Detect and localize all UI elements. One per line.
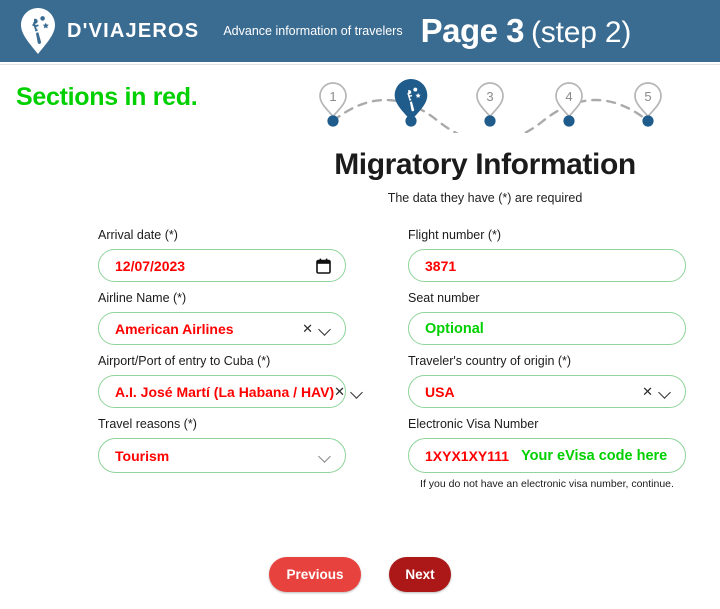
close-icon[interactable]: ✕ [302,322,313,335]
field-flight-number: Flight number (*) 3871 [360,228,720,282]
stepper-step-3: 3 [476,82,504,127]
chevron-down-icon[interactable] [320,452,331,459]
evisa-number-annotation: Your eVisa code here [521,447,668,464]
arrival-date-value: 12/07/2023 [115,257,186,274]
evisa-number-label: Electronic Visa Number [408,417,539,431]
country-origin-label: Traveler's country of origin (*) [408,354,572,368]
travel-reasons-select[interactable]: Tourism [98,438,346,473]
progress-stepper: 1 3 4 5 [308,69,698,144]
country-origin-select[interactable]: USA ✕ [408,375,686,408]
form-row-1: Arrival date (*) 12/07/2023 Flight numbe… [0,228,720,282]
brand-name: D'VIAJEROS [67,19,200,42]
top-zone: Sections in red. 1 3 4 5 [0,65,720,144]
field-airport-entry: Airport/Port of entry to Cuba (*) A.I. J… [0,354,360,408]
sections-in-red-note: Sections in red. [16,83,198,111]
field-airline-name: Airline Name (*) American Airlines ✕ [0,291,360,345]
field-arrival-date: Arrival date (*) 12/07/2023 [0,228,360,282]
airport-entry-value: A.I. José Martí (La Habana / HAV) [115,383,335,400]
svg-text:5: 5 [644,89,651,104]
page-title: Migratory Information [334,148,636,181]
app-header: D'VIAJEROS Advance information of travel… [0,0,720,62]
svg-text:1: 1 [329,89,336,104]
form-actions: Previous Next [0,557,720,592]
arrival-date-input[interactable]: 12/07/2023 [98,249,346,282]
form-row-4: Travel reasons (*) Tourism Electronic Vi… [0,417,720,490]
svg-text:3: 3 [486,89,493,104]
next-button[interactable]: Next [389,557,451,592]
chevron-down-icon[interactable] [660,388,671,395]
seat-number-label: Seat number [408,291,480,305]
viajeros-pin-logo-icon [18,7,58,55]
header-step-number: (step 2) [531,16,632,49]
svg-text:4: 4 [565,89,572,104]
evisa-helper-text: If you do not have an electronic visa nu… [420,478,674,490]
airline-name-select[interactable]: American Airlines ✕ [98,312,346,345]
flight-number-value: 3871 [425,257,457,274]
country-origin-value: USA [425,383,455,400]
airline-name-value: American Airlines [115,320,234,337]
page-subtitle: The data they have (*) are required [387,191,583,205]
stepper-step-1: 1 [319,82,347,127]
arrival-date-label: Arrival date (*) [98,228,178,242]
airport-entry-select[interactable]: A.I. José Martí (La Habana / HAV) ✕ [98,375,346,408]
previous-button[interactable]: Previous [269,557,361,592]
calendar-icon[interactable] [316,258,331,274]
header-page-indicator: Page 3 (step 2) [421,12,632,50]
form-row-3: Airport/Port of entry to Cuba (*) A.I. J… [0,354,720,408]
stepper-step-4: 4 [555,82,583,127]
header-page-number: Page 3 [420,12,525,49]
travel-reasons-value: Tourism [115,447,170,464]
chevron-down-icon[interactable] [352,388,363,395]
evisa-number-value: 1XYX1XY111 [425,447,510,464]
airline-name-label: Airline Name (*) [98,291,187,305]
field-country-origin: Traveler's country of origin (*) USA ✕ [360,354,720,408]
flight-number-input[interactable]: 3871 [408,249,686,282]
migratory-information-form: Arrival date (*) 12/07/2023 Flight numbe… [0,228,720,499]
flight-number-label: Flight number (*) [408,228,502,242]
stepper-step-5: 5 [634,82,662,127]
form-row-2: Airline Name (*) American Airlines ✕ Sea… [0,291,720,345]
evisa-number-input[interactable]: 1XYX1XY111 Your eVisa code here [408,438,686,473]
seat-number-input[interactable]: Optional [408,312,686,345]
header-subtitle: Advance information of travelers [223,24,403,38]
close-icon[interactable]: ✕ [334,385,345,398]
field-seat-number: Seat number Optional [360,291,720,345]
airport-entry-label: Airport/Port of entry to Cuba (*) [98,354,271,368]
field-travel-reasons: Travel reasons (*) Tourism [0,417,360,490]
travel-reasons-label: Travel reasons (*) [98,417,197,431]
brand-logo[interactable]: D'VIAJEROS [18,7,199,55]
seat-number-annotation: Optional [425,320,484,337]
close-icon[interactable]: ✕ [642,385,653,398]
chevron-down-icon[interactable] [320,325,331,332]
page-title-block: Migratory Information The data they have… [250,148,720,205]
field-evisa-number: Electronic Visa Number 1XYX1XY111 Your e… [360,417,720,490]
stepper-step-2-active [394,79,428,127]
